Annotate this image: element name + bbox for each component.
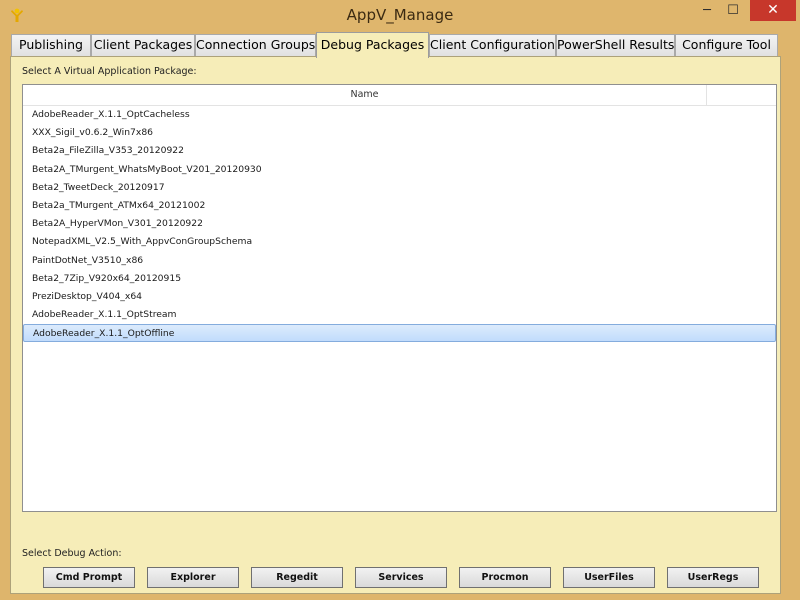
- tab-connection-groups[interactable]: Connection Groups: [195, 34, 316, 56]
- userregs-button[interactable]: UserRegs: [667, 567, 759, 588]
- procmon-button[interactable]: Procmon: [459, 567, 551, 588]
- package-row[interactable]: XXX_Sigil_v0.6.2_Win7x86: [23, 124, 776, 142]
- tab-publishing[interactable]: Publishing: [11, 34, 91, 56]
- select-package-label: Select A Virtual Application Package:: [22, 66, 197, 77]
- package-row[interactable]: PreziDesktop_V404_x64: [23, 288, 776, 306]
- window-title: AppV_Manage: [346, 6, 454, 24]
- regedit-button[interactable]: Regedit: [251, 567, 343, 588]
- select-action-label: Select Debug Action:: [22, 548, 122, 559]
- services-button[interactable]: Services: [355, 567, 447, 588]
- package-row[interactable]: Beta2A_TMurgent_WhatsMyBoot_V201_2012093…: [23, 161, 776, 179]
- tab-strip: Publishing Client Packages Connection Gr…: [10, 32, 780, 58]
- package-row[interactable]: Beta2a_FileZilla_V353_20120922: [23, 142, 776, 160]
- title-bar[interactable]: AppV_Manage ─ ☐ ✕: [0, 0, 800, 30]
- explorer-button[interactable]: Explorer: [147, 567, 239, 588]
- debug-action-bar: Cmd Prompt Explorer Regedit Services Pro…: [43, 567, 763, 589]
- tab-configure-tool[interactable]: Configure Tool: [675, 34, 778, 56]
- package-row[interactable]: Beta2A_HyperVMon_V301_20120922: [23, 215, 776, 233]
- debug-packages-panel: Select A Virtual Application Package: Na…: [10, 56, 781, 594]
- package-row[interactable]: PaintDotNet_V3510_x86: [23, 252, 776, 270]
- app-window: AppV_Manage ─ ☐ ✕ Publishing Client Pack…: [0, 0, 800, 600]
- tab-powershell-results[interactable]: PowerShell Results: [556, 34, 675, 56]
- package-row[interactable]: AdobeReader_X.1.1_OptCacheless: [23, 106, 776, 124]
- package-row[interactable]: Beta2_TweetDeck_20120917: [23, 179, 776, 197]
- maximize-button[interactable]: ☐: [720, 0, 746, 21]
- tab-client-configuration[interactable]: Client Configuration: [429, 34, 556, 56]
- package-row[interactable]: NotepadXML_V2.5_With_AppvConGroupSchema: [23, 233, 776, 251]
- package-row[interactable]: AdobeReader_X.1.1_OptStream: [23, 306, 776, 324]
- package-row-selected[interactable]: AdobeReader_X.1.1_OptOffline: [23, 324, 776, 343]
- package-rows: AdobeReader_X.1.1_OptCacheless XXX_Sigil…: [23, 106, 776, 343]
- tab-client-packages[interactable]: Client Packages: [91, 34, 195, 56]
- column-header-filler: [707, 85, 776, 105]
- cmd-prompt-button[interactable]: Cmd Prompt: [43, 567, 135, 588]
- package-list[interactable]: Name AdobeReader_X.1.1_OptCacheless XXX_…: [22, 84, 777, 512]
- package-row[interactable]: Beta2_7Zip_V920x64_20120915: [23, 270, 776, 288]
- minimize-button[interactable]: ─: [694, 0, 720, 21]
- close-button[interactable]: ✕: [750, 0, 796, 21]
- package-row[interactable]: Beta2a_TMurgent_ATMx64_20121002: [23, 197, 776, 215]
- column-header-name[interactable]: Name: [23, 85, 707, 105]
- tab-debug-packages[interactable]: Debug Packages: [316, 32, 429, 58]
- userfiles-button[interactable]: UserFiles: [563, 567, 655, 588]
- list-header: Name: [23, 85, 776, 106]
